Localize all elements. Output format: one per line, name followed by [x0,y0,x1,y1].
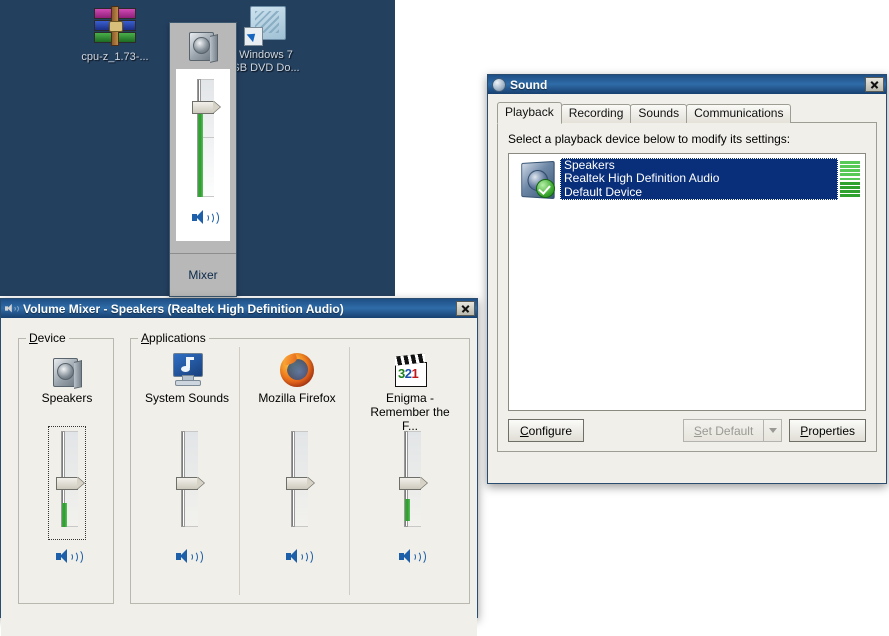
set-default-button: Set Default [682,419,765,442]
playback-device-row[interactable]: Speakers Realtek High Definition Audio D… [512,157,862,201]
app-channel-system-sounds[interactable]: System Sounds [135,339,239,603]
chevron-down-icon[interactable] [764,419,783,442]
tab-communications[interactable]: Communications [686,104,792,123]
applications-group: Applications System Sounds Mozilla Firef… [130,331,470,604]
playback-hint-text: Select a playback device below to modify… [508,132,791,146]
volume-mixer-titlebar[interactable]: Volume Mixer - Speakers (Realtek High De… [1,299,477,318]
volume-mixer-title: Volume Mixer - Speakers (Realtek High De… [23,301,344,316]
set-default-split-button: Set Default [682,419,783,442]
sound-icon [492,77,506,92]
playback-device-list[interactable]: Speakers Realtek High Definition Audio D… [508,153,866,411]
app-mute-button-system-sounds[interactable] [176,548,203,565]
playback-tab-panel: Select a playback device below to modify… [497,122,877,452]
default-device-check-icon [536,179,555,198]
sound-dialog-tabs[interactable]: Playback Recording Sounds Communications [497,102,877,124]
device-name: Speakers [564,157,615,172]
device-channel-speakers[interactable]: Speakers [17,339,117,603]
speaker-icon [51,349,83,389]
app-mute-button-enigma[interactable] [399,548,426,565]
device-driver: Realtek High Definition Audio [564,171,720,186]
speaker-device-icon [514,159,560,200]
tab-playback[interactable]: Playback [497,102,562,124]
desktop-icon-label: cpu-z_1.73-... [81,51,149,63]
tab-sounds[interactable]: Sounds [630,104,688,123]
device-level-meter [840,160,860,198]
sound-dialog[interactable]: Sound Playback Recording Sounds Communic… [487,74,887,484]
app-channel-label-line1: Enigma - [385,391,435,405]
flyout-mute-icon[interactable] [192,209,219,226]
close-icon[interactable] [456,301,475,316]
sound-dialog-body: Playback Recording Sounds Communications… [488,94,886,452]
device-group: Device Speakers [17,331,117,604]
app-channel-enigma[interactable]: 321 Enigma - Remember the F... [355,339,465,603]
app-channel-label: System Sounds [144,391,230,405]
desktop-icon-cpu-z[interactable]: cpu-z_1.73-... [67,2,163,64]
volume-mixer-icon [5,302,19,315]
media-player-classic-icon: 321 [393,349,427,387]
sound-dialog-title: Sound [510,77,548,92]
device-status: Default Device [564,184,643,199]
sound-dialog-titlebar[interactable]: Sound [488,75,886,94]
system-sounds-icon [169,349,205,387]
flyout-device-icon [170,23,236,69]
properties-button[interactable]: Properties [789,419,866,442]
playback-device-text[interactable]: Speakers Realtek High Definition Audio D… [560,157,838,201]
device-mute-button[interactable] [56,548,83,565]
tab-recording[interactable]: Recording [560,104,632,123]
flyout-volume-slider[interactable] [188,79,218,197]
app-volume-slider-system-sounds[interactable] [172,431,202,527]
device-slider-focus-frame[interactable] [48,426,86,540]
app-volume-slider-mozilla-firefox[interactable] [282,431,312,527]
device-volume-slider[interactable] [52,431,82,527]
winrar-archive-icon [67,2,163,48]
volume-flyout[interactable]: Mixer [169,22,237,297]
sound-dialog-button-row: Configure Set Default Properties [508,419,866,442]
device-channel-label: Speakers [41,391,93,405]
app-mute-button-mozilla-firefox[interactable] [286,548,313,565]
close-icon[interactable] [865,77,884,92]
app-volume-slider-enigma[interactable] [395,431,425,527]
firefox-icon [280,349,314,387]
flyout-mixer-link[interactable]: Mixer [170,253,236,296]
flyout-slider-panel[interactable] [176,69,230,241]
app-channel-label: Mozilla Firefox [258,391,336,405]
configure-button[interactable]: Configure [508,419,584,442]
app-channel-mozilla-firefox[interactable]: Mozilla Firefox [245,339,349,603]
app-channel-label: Enigma - Remember the F... [362,391,458,433]
